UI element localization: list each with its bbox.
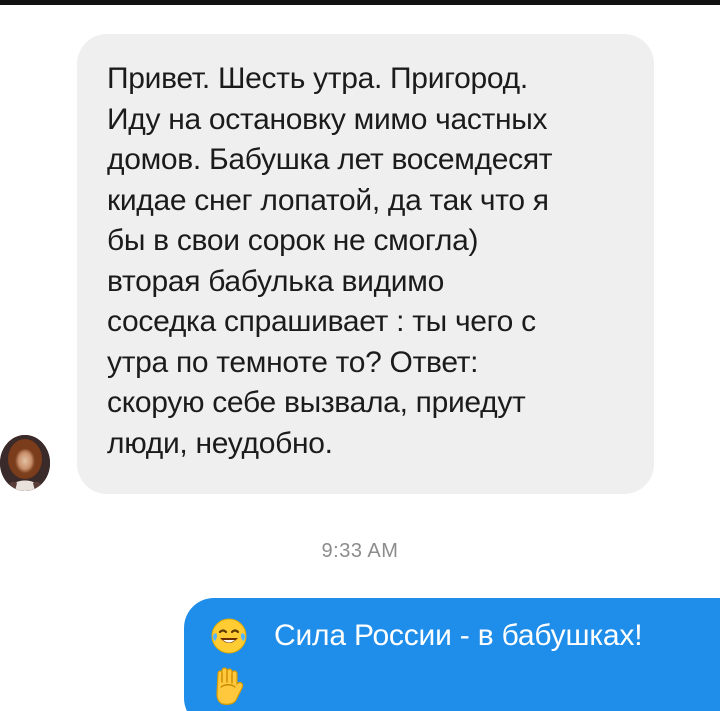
avatar[interactable] [0,435,50,491]
raised-fist-icon [210,664,248,705]
user-avatar-icon [0,435,50,491]
incoming-message-row: Привет. Шесть утра. Пригород. Иду на ост… [0,0,720,520]
message-timestamp: 9:33 AM [321,540,399,562]
face-with-tears-of-joy-icon [210,617,248,655]
incoming-message-bubble[interactable]: Привет. Шесть утра. Пригород. Иду на ост… [77,34,654,494]
outgoing-message-text: Сила России - в бабушках! [274,619,643,652]
outgoing-message-bubble[interactable]: Сила России - в бабушках! [184,598,720,711]
outgoing-emoji-line [210,662,704,705]
incoming-message-text: Привет. Шесть утра. Пригород. Иду на ост… [107,62,553,460]
outgoing-message-line: Сила России - в бабушках! [210,614,704,658]
chat-thread: Привет. Шесть утра. Пригород. Иду на ост… [0,0,720,711]
